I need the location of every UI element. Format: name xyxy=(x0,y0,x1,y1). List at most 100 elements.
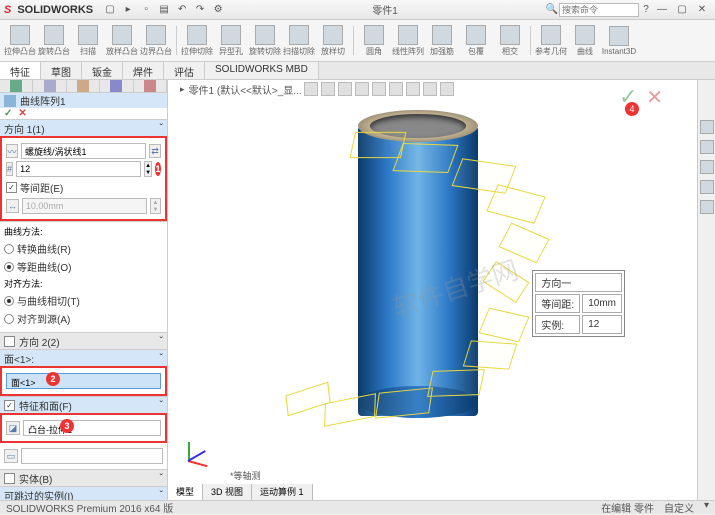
status-custom[interactable]: 自定义 xyxy=(664,500,694,515)
dir2-check[interactable] xyxy=(4,336,15,347)
cancel-button[interactable]: ✕ xyxy=(18,108,26,119)
print-icon[interactable]: ▤ xyxy=(157,3,171,17)
btab-3dview[interactable]: 3D 视图 xyxy=(203,484,252,500)
sec-bodies-header[interactable]: 实体(B)ˇ xyxy=(0,470,167,486)
close-button[interactable]: ✕ xyxy=(693,3,711,17)
curve-select-icon[interactable]: 〰 xyxy=(6,144,18,158)
rb-intersect[interactable]: 相交 xyxy=(494,22,526,59)
rb-pattern[interactable]: 线性阵列 xyxy=(392,22,424,59)
btab-motion[interactable]: 运动算例 1 xyxy=(252,484,313,500)
ptab-config[interactable] xyxy=(67,80,100,92)
tp-props[interactable] xyxy=(700,160,714,174)
vt-section[interactable] xyxy=(355,82,369,96)
vt-fit[interactable] xyxy=(321,82,335,96)
count-spinner[interactable]: ▲▼ xyxy=(144,161,152,177)
rb-sweepcut[interactable]: 扫描切除 xyxy=(283,22,315,59)
3d-viewport[interactable]: ▸ 零件1 (默认<<默认>_显... 方向一 等间距:10mm 实例:12 ✓ xyxy=(168,80,697,500)
equal-spacing-check[interactable] xyxy=(6,182,17,193)
tp-resources[interactable] xyxy=(700,120,714,134)
feature-header: 曲线阵列1 xyxy=(0,93,167,108)
command-tabs: 特征 草图 钣金 焊件 评估 SOLIDWORKS MBD xyxy=(0,62,715,80)
count-icon: # xyxy=(6,162,13,176)
max-button[interactable]: ▢ xyxy=(673,3,691,17)
face-field2[interactable] xyxy=(21,448,163,464)
featface-check[interactable] xyxy=(4,400,15,411)
rb-hole[interactable]: 异型孔 xyxy=(215,22,247,59)
ok-button[interactable]: ✓ xyxy=(4,108,12,119)
tp-appearance[interactable] xyxy=(700,180,714,194)
redo-icon[interactable]: ↷ xyxy=(193,3,207,17)
vt-edit[interactable] xyxy=(440,82,454,96)
vt-display[interactable] xyxy=(372,82,386,96)
radio-tangent[interactable] xyxy=(4,296,14,306)
sec-face-header[interactable]: 面<1>:ˇ xyxy=(0,350,167,366)
curve-pattern-icon xyxy=(4,95,16,107)
view-toolbar xyxy=(300,80,458,98)
tab-evaluate[interactable]: 评估 xyxy=(164,62,205,79)
viewport-cancel[interactable]: ✕ xyxy=(646,87,663,109)
face-select-icon[interactable]: ▭ xyxy=(4,449,18,463)
tab-sheetmetal[interactable]: 钣金 xyxy=(82,62,123,79)
ptab-dim[interactable] xyxy=(100,80,133,92)
reverse-icon[interactable]: ⇄ xyxy=(149,144,161,158)
tab-sketch[interactable]: 草图 xyxy=(41,62,82,79)
vt-scene[interactable] xyxy=(389,82,403,96)
rb-extrude[interactable]: 拉伸凸台 xyxy=(4,22,36,59)
radio-offset[interactable] xyxy=(4,262,14,272)
btab-model[interactable]: 模型 xyxy=(168,484,203,500)
sec-featface-header[interactable]: 特征和面(F)ˇ xyxy=(0,397,167,413)
bodies-check[interactable] xyxy=(4,473,15,484)
radio-source[interactable] xyxy=(4,314,14,324)
status-menu-icon[interactable]: ▾ xyxy=(704,500,709,515)
rb-cut[interactable]: 拉伸切除 xyxy=(181,22,213,59)
help-icon[interactable]: ? xyxy=(639,3,653,17)
align-method-title: 对齐方法: xyxy=(4,277,163,290)
search-input[interactable] xyxy=(559,3,639,17)
rb-revcut[interactable]: 旋转切除 xyxy=(249,22,281,59)
vt-hide[interactable] xyxy=(406,82,420,96)
vt-zoom[interactable] xyxy=(304,82,318,96)
curve-field[interactable] xyxy=(21,143,146,159)
save-icon[interactable]: ▫ xyxy=(139,3,153,17)
tab-feature[interactable]: 特征 xyxy=(0,62,41,79)
document-tab[interactable]: ▸ 零件1 (默认<<默认>_显... xyxy=(180,82,302,96)
feat-field[interactable]: 凸台-拉伸1 xyxy=(23,420,161,436)
undo-icon[interactable]: ↶ xyxy=(175,3,189,17)
new-icon[interactable]: ▢ xyxy=(103,3,117,17)
open-icon[interactable]: ▸ xyxy=(121,3,135,17)
ptab-app[interactable] xyxy=(134,80,167,92)
radio-transform[interactable] xyxy=(4,244,14,254)
search-icon[interactable]: 🔍 xyxy=(545,3,559,17)
dimension-callout[interactable]: 方向一 等间距:10mm 实例:12 xyxy=(532,270,625,337)
ptab-prop[interactable] xyxy=(33,80,66,92)
rb-loftcut[interactable]: 放样切 xyxy=(317,22,349,59)
min-button[interactable]: — xyxy=(653,3,671,17)
rb-instant3d[interactable]: Instant3D xyxy=(603,22,635,59)
tab-weldment[interactable]: 焊件 xyxy=(123,62,164,79)
settings-icon[interactable]: ⚙ xyxy=(211,3,225,17)
face-field[interactable]: 面<1> xyxy=(6,373,161,389)
rb-loft[interactable]: 放样凸台 xyxy=(106,22,138,59)
tp-design[interactable] xyxy=(700,140,714,154)
rb-fillet[interactable]: 圆角 xyxy=(358,22,390,59)
sec-dir2-header[interactable]: 方向 2(2)ˇ xyxy=(0,333,167,349)
vt-app[interactable] xyxy=(423,82,437,96)
vt-view[interactable] xyxy=(338,82,352,96)
rb-revolve[interactable]: 旋转凸台 xyxy=(38,22,70,59)
sec-skip-header[interactable]: 可跳过的实例(I)ˇ xyxy=(0,487,167,500)
rb-sweep[interactable]: 扫描 xyxy=(72,22,104,59)
rb-curves[interactable]: 曲线 xyxy=(569,22,601,59)
rb-rib[interactable]: 加强筋 xyxy=(426,22,458,59)
tab-mbd[interactable]: SOLIDWORKS MBD xyxy=(205,62,319,79)
rb-boundary[interactable]: 边界凸台 xyxy=(140,22,172,59)
property-panel: 曲线阵列1 ✓ ✕ 方向 1(1)ˇ 〰 ⇄ # ▲▼ 1 xyxy=(0,80,168,500)
feat-select-icon[interactable]: ◪ xyxy=(6,421,20,435)
view-triad[interactable] xyxy=(180,430,220,470)
tp-custom[interactable] xyxy=(700,200,714,214)
ptab-tree[interactable] xyxy=(0,80,33,92)
panel-tabs xyxy=(0,80,167,93)
rb-refgeo[interactable]: 参考几何 xyxy=(535,22,567,59)
count-field[interactable] xyxy=(16,161,141,177)
rb-wrap[interactable]: 包覆 xyxy=(460,22,492,59)
sec-dir1-header[interactable]: 方向 1(1)ˇ xyxy=(0,120,167,136)
